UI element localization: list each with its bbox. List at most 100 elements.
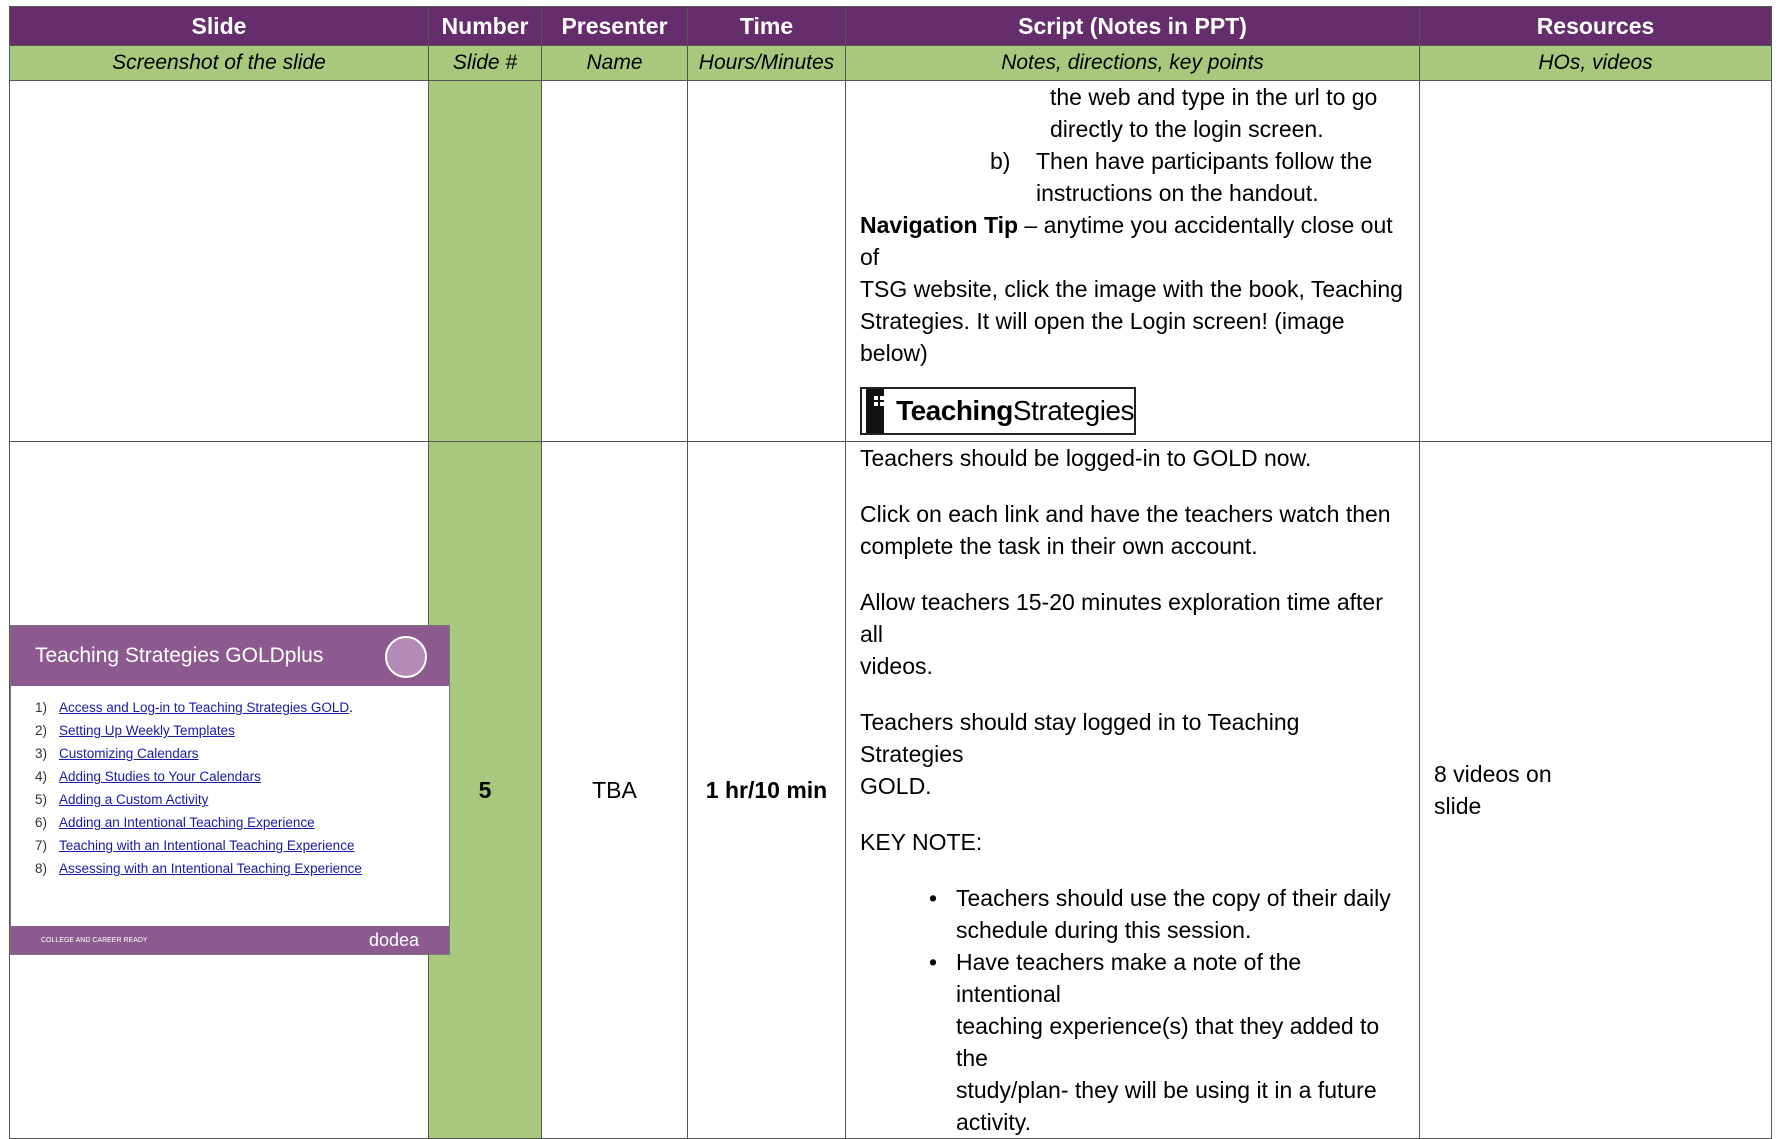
bullet-icon: • [928, 885, 938, 911]
slide-link-item: 2) Setting Up Weekly Templates [35, 719, 449, 742]
slide-footer: COLLEGE AND CAREER READY dodea [11, 926, 449, 954]
sub-resources: HOs, videos [1419, 45, 1772, 81]
key-note-label: KEY NOTE: [860, 829, 983, 855]
resources-text: 8 videos on [1434, 761, 1552, 787]
table-row: Teaching Strategies GOLDplus 1) Access an… [9, 441, 1772, 1139]
tip-label: Navigation Tip [860, 212, 1019, 238]
notes-paragraph: Allow teachers 15-20 minutes exploration… [860, 586, 1409, 682]
notes-line: directly to the login screen. [1050, 116, 1324, 142]
slide-link-number: 3) [35, 746, 48, 761]
resources-text: slide [1434, 793, 1482, 819]
notes-line: Teachers should stay logged in to Teachi… [860, 709, 1300, 767]
slide-number: 5 [478, 776, 492, 803]
resources-cell: 8 videos on slide [1419, 441, 1772, 1139]
notes-cell: the web and type in the url to go direct… [845, 80, 1420, 442]
slide-cell: Teaching Strategies GOLDplus 1) Access an… [9, 441, 450, 1139]
slide-link[interactable]: Adding a Custom Activity [59, 788, 208, 811]
logo-text-bold: Teaching [896, 395, 1013, 426]
notes-cell: Teachers should be logged-in to GOLD now… [845, 441, 1420, 1139]
list-marker: b) [990, 148, 1011, 174]
notes-line: TSG website, click the image with the bo… [860, 276, 1403, 302]
notes-line: Strategies. It will open the Login scree… [860, 308, 1345, 366]
time-value: 1 hr/10 min [705, 776, 828, 803]
list-item-text: Have teachers make a note of the intenti… [956, 946, 1409, 1138]
header-script: Script (Notes in PPT) [845, 6, 1420, 46]
navigation-tip: Navigation Tip – anytime you accidentall… [860, 209, 1409, 369]
slide-link-number: 1) [35, 700, 48, 715]
notes-line: Teachers should use the copy of their da… [956, 885, 1391, 911]
slide-link[interactable]: Adding Studies to Your Calendars [59, 765, 261, 788]
presenter-cell [541, 80, 688, 442]
session-plan-table: Slide Number Presenter Time Script (Note… [9, 6, 1772, 1139]
slide-link-number: 6) [35, 815, 48, 830]
notes-line: Allow teachers 15-20 minutes exploration… [860, 589, 1383, 647]
slide-link-item: 3) Customizing Calendars [35, 742, 449, 765]
slide-link[interactable]: Teaching with an Intentional Teaching Ex… [59, 834, 354, 857]
notes-paragraph: Teachers should stay logged in to Teachi… [860, 706, 1409, 802]
slide-link-number: 7) [35, 838, 48, 853]
slide-link-item: 7) Teaching with an Intentional Teaching … [35, 834, 449, 857]
notes-line: Teachers should be logged-in to GOLD now… [860, 445, 1312, 471]
slide-link[interactable]: Setting Up Weekly Templates [59, 719, 235, 742]
slide-link-number: 2) [35, 723, 48, 738]
slide-link-list: 1) Access and Log-in to Teaching Strategi… [11, 696, 449, 880]
header-time: Time [687, 6, 846, 46]
notes-line: Click on each link and have the teachers… [860, 501, 1391, 527]
slide-link-suffix: . [349, 700, 353, 715]
notes-paragraph: Teachers should be logged-in to GOLD now… [860, 442, 1409, 474]
list-item-text: Teachers should use the copy of their da… [956, 882, 1391, 946]
table-row: the web and type in the url to go direct… [9, 80, 1772, 442]
time-cell [687, 80, 846, 442]
slide-link[interactable]: Assessing with an Intentional Teaching E… [59, 857, 362, 880]
slide-link[interactable]: Adding an Intentional Teaching Experienc… [59, 811, 315, 834]
number-cell [428, 80, 542, 442]
notes-line: Have teachers make a note of the intenti… [956, 949, 1302, 1007]
key-note-list: • Teachers should use the copy of their … [860, 882, 1409, 1138]
notes-paragraph: Click on each link and have the teachers… [860, 498, 1409, 562]
presenter-cell: TBA [541, 441, 688, 1139]
slide-title: Teaching Strategies GOLDplus [11, 626, 449, 686]
notes-line: videos. [860, 653, 933, 679]
resources-cell [1419, 80, 1772, 442]
sub-script: Notes, directions, key points [845, 45, 1420, 81]
header-number: Number [428, 6, 542, 46]
header-row: Slide Number Presenter Time Script (Note… [9, 6, 1772, 46]
bullet-icon: • [928, 949, 938, 975]
list-item: • Have teachers make a note of the inten… [910, 946, 1409, 1138]
notes-line: instructions on the handout. [1036, 180, 1319, 206]
slide-thumbnail: Teaching Strategies GOLDplus 1) Access an… [10, 625, 450, 955]
logo-text: Strategies [1012, 395, 1135, 426]
slide-link-item: 8) Assessing with an Intentional Teaching… [35, 857, 449, 880]
presenter-name: TBA [592, 776, 637, 803]
subheader-row: Screenshot of the slide Slide # Name Hou… [9, 45, 1772, 81]
slide-link-item: 4) Adding Studies to Your Calendars [35, 765, 449, 788]
slide-link-number: 8) [35, 861, 48, 876]
slide-link[interactable]: Customizing Calendars [59, 742, 199, 765]
slide-link-item: 6) Adding an Intentional Teaching Experie… [35, 811, 449, 834]
slide-cell [9, 80, 429, 442]
notes-line: complete the task in their own account. [860, 533, 1258, 559]
header-presenter: Presenter [541, 6, 688, 46]
slide-link-item: 1) Access and Log-in to Teaching Strategi… [35, 696, 449, 719]
footer-left: COLLEGE AND CAREER READY [41, 936, 148, 944]
time-cell: 1 hr/10 min [687, 441, 846, 1139]
sub-presenter: Name [541, 45, 688, 81]
header-resources: Resources [1419, 6, 1772, 46]
slide-link-number: 5) [35, 792, 48, 807]
slide-link-item: 5) Adding a Custom Activity [35, 788, 449, 811]
door-icon [866, 389, 885, 433]
slide-link[interactable]: Access and Log-in to Teaching Strategies… [59, 696, 349, 719]
teaching-strategies-logo: Teaching Strategies [860, 387, 1136, 435]
sub-number: Slide # [428, 45, 542, 81]
list-item: • Teachers should use the copy of their … [910, 882, 1409, 946]
notes-line: activity. [956, 1109, 1031, 1135]
notes-line: GOLD. [860, 773, 932, 799]
notes-line: Then have participants follow the [1036, 148, 1373, 174]
header-slide: Slide [9, 6, 429, 46]
sub-slide: Screenshot of the slide [9, 45, 429, 81]
sub-item-b: b) Then have participants follow the ins… [860, 145, 1409, 209]
notes-line: the web and type in the url to go [1050, 84, 1378, 110]
notes-line: teaching experience(s) that they added t… [956, 1013, 1380, 1071]
sub-item-text: Then have participants follow the instru… [1036, 145, 1372, 209]
globe-icon [385, 636, 427, 678]
